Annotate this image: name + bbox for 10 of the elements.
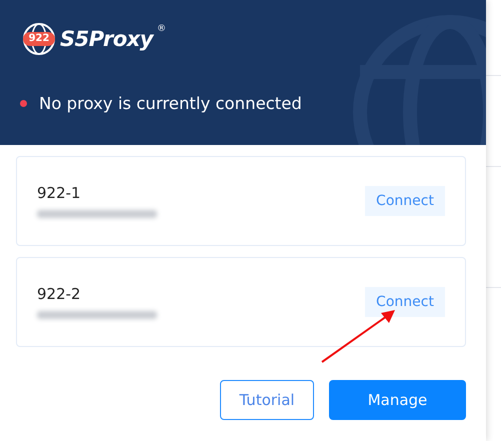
logo-text: S5Proxy: [60, 27, 153, 51]
tutorial-button[interactable]: Tutorial: [220, 380, 314, 420]
connect-button[interactable]: Connect: [365, 287, 445, 317]
proxy-name: 922-1: [37, 184, 82, 202]
connect-button[interactable]: Connect: [365, 186, 445, 216]
proxy-name: 922-2: [37, 285, 82, 303]
registered-mark: ®: [157, 24, 166, 34]
manage-button[interactable]: Manage: [329, 380, 466, 420]
logo-number: 922: [28, 32, 50, 46]
status-text: No proxy is currently connected: [39, 94, 302, 113]
